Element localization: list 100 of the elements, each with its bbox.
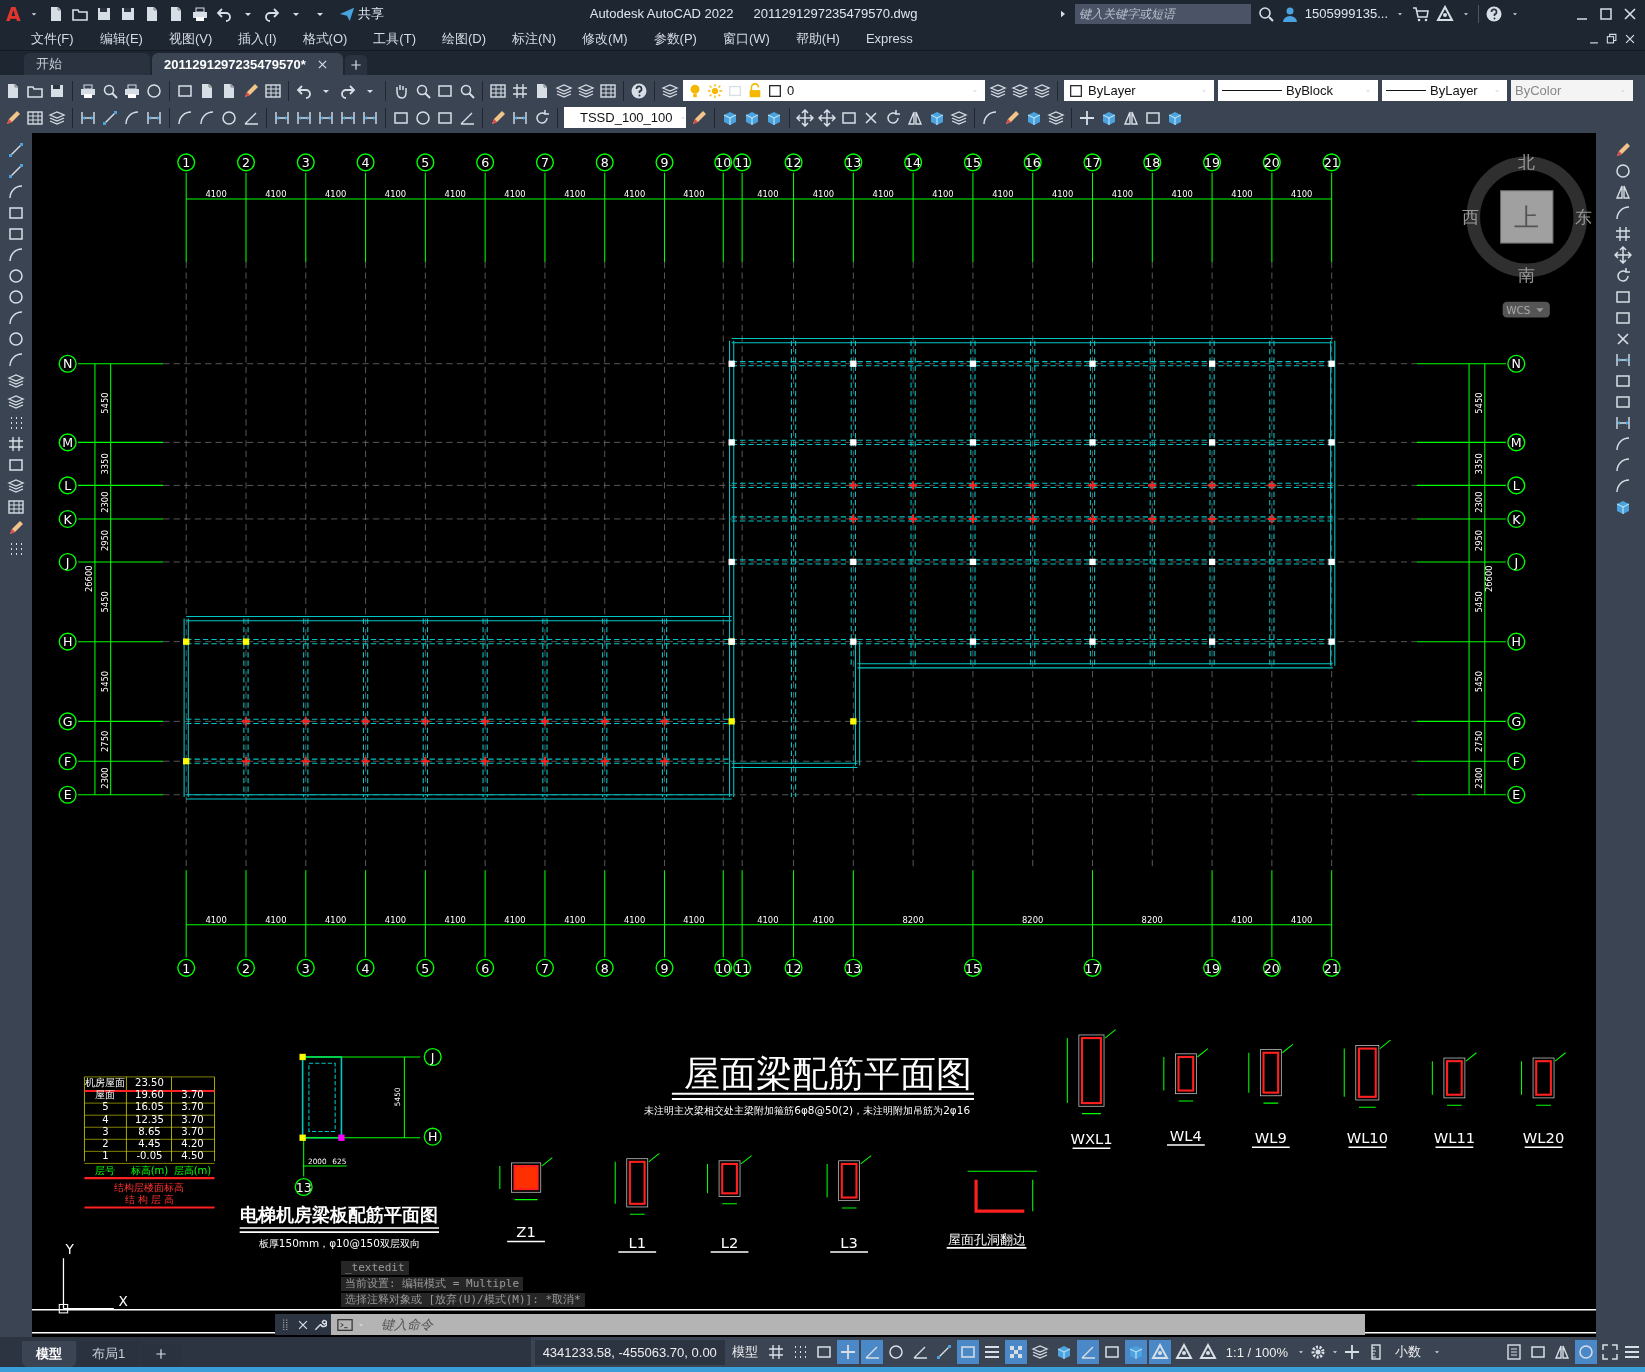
prompt-icon[interactable] [337,1316,353,1333]
table-icon[interactable] [26,108,44,127]
layers-icon[interactable] [7,372,25,390]
menu-item[interactable]: 文件(F) [18,29,87,48]
dimension-style-dropdown[interactable]: TSSD_100_100 [564,107,686,128]
grid-icon[interactable] [1613,225,1632,243]
lineweight-dropdown[interactable]: ByLayer [1382,80,1507,101]
menu-item[interactable]: 参数(P) [640,29,710,48]
move-arrows-icon[interactable] [796,108,814,127]
command-history-button[interactable] [331,1314,373,1335]
layers-icon[interactable] [7,393,25,411]
dimension-icon[interactable] [1613,414,1632,432]
circle-icon[interactable] [1613,162,1632,180]
rotate-icon[interactable] [884,108,902,127]
plus-icon[interactable] [349,59,362,71]
layers-icon[interactable] [7,477,25,495]
cart-icon[interactable] [1412,4,1430,23]
layers-icon[interactable] [989,81,1007,100]
grid-icon[interactable] [7,435,25,453]
settings-icon[interactable] [1309,1343,1327,1361]
arc-icon[interactable] [123,108,141,127]
square-icon[interactable] [1068,82,1084,99]
arc-icon[interactable] [1613,456,1632,474]
menu-item[interactable]: 窗口(W) [709,29,783,48]
menu-item[interactable]: 绘图(D) [428,29,499,48]
pencil-icon[interactable] [4,108,22,127]
rectangle-icon[interactable] [1613,393,1632,411]
arc-icon[interactable] [7,351,25,369]
model-space-button[interactable]: 模型 [726,1339,763,1365]
menu-item[interactable]: 视图(V) [155,29,226,48]
menu-item[interactable]: 工具(T) [360,29,429,48]
table-icon[interactable] [264,81,282,100]
rectangle-icon[interactable] [1613,288,1632,306]
line-icon[interactable] [7,141,25,159]
plus-icon[interactable] [1078,108,1096,127]
rotate-icon[interactable] [533,108,551,127]
table-icon[interactable] [599,81,617,100]
layers-icon[interactable] [1047,108,1065,127]
document-tab[interactable]: 2011291297235479570* [152,53,343,75]
rectangle-icon[interactable] [7,456,25,474]
circle-icon[interactable] [7,267,25,285]
arc-icon[interactable] [7,246,25,264]
menu-item[interactable]: 插入(I) [225,29,290,48]
layers-icon[interactable] [1033,81,1051,100]
move-arrows-icon[interactable] [1613,246,1632,264]
dimension-icon[interactable] [1613,351,1632,369]
menu-item[interactable]: Express [852,31,926,46]
circle-icon[interactable] [7,288,25,306]
help-icon[interactable] [1485,4,1503,23]
document-tab[interactable]: 开始 [24,53,150,75]
line-icon[interactable] [7,162,25,180]
menu-icon[interactable] [1623,1343,1641,1361]
menu-item[interactable]: 修改(M) [569,29,641,48]
menu-item[interactable]: 编辑(E) [86,29,156,48]
arc-icon[interactable] [7,309,25,327]
rectangle-icon[interactable] [7,204,25,222]
arc-icon[interactable] [981,108,999,127]
grid-icon[interactable] [511,81,529,100]
layers-icon[interactable] [577,81,595,100]
plus-icon[interactable] [1343,1343,1361,1361]
user-name[interactable]: 1505999135... [1304,6,1388,21]
printer-icon[interactable] [123,81,141,100]
line-icon[interactable] [101,108,119,127]
arc-icon[interactable] [198,108,216,127]
arc-icon[interactable] [7,183,25,201]
pencil-icon[interactable] [489,108,507,127]
pencil-icon[interactable] [1003,108,1021,127]
layers-icon[interactable] [950,108,968,127]
annotation-scale-button[interactable]: 1:1 / 100% [1220,1340,1293,1364]
arc-icon[interactable] [1613,435,1632,453]
table-icon[interactable] [7,498,25,516]
layers-icon[interactable] [555,81,573,100]
arc-icon[interactable] [1613,477,1632,495]
layers-icon[interactable] [48,108,66,127]
command-input[interactable]: 键入命令 [373,1314,1365,1335]
arc-icon[interactable] [176,108,194,127]
menu-item[interactable]: 格式(O) [289,29,361,48]
rectangle-icon[interactable] [1613,372,1632,390]
printer-icon[interactable] [190,4,209,23]
arc-icon[interactable] [1613,204,1632,222]
linetype-dropdown[interactable]: ByBlock [1218,80,1378,101]
layout-tab[interactable]: 模型 [22,1341,76,1367]
help-icon[interactable] [630,81,648,100]
move-arrows-icon[interactable] [818,108,836,127]
circle-icon[interactable] [145,81,163,100]
share-button[interactable]: 共享 [334,4,388,23]
menu-item[interactable]: 标注(N) [499,29,570,48]
wrench-icon[interactable] [313,1317,327,1332]
menu-item[interactable]: 帮助(H) [782,29,853,48]
plus-icon[interactable] [155,1348,168,1360]
color-dropdown[interactable]: ByLayer [1064,80,1214,101]
pencil-icon[interactable] [242,81,260,100]
pencil-icon[interactable] [690,108,708,127]
layers-icon[interactable] [661,81,679,100]
square-icon[interactable] [767,82,783,99]
paper-plane-icon[interactable] [338,5,355,22]
circle-icon[interactable] [414,108,432,127]
rectangle-icon[interactable] [1613,309,1632,327]
mirror-icon[interactable] [1613,183,1632,201]
circle-icon[interactable] [7,330,25,348]
